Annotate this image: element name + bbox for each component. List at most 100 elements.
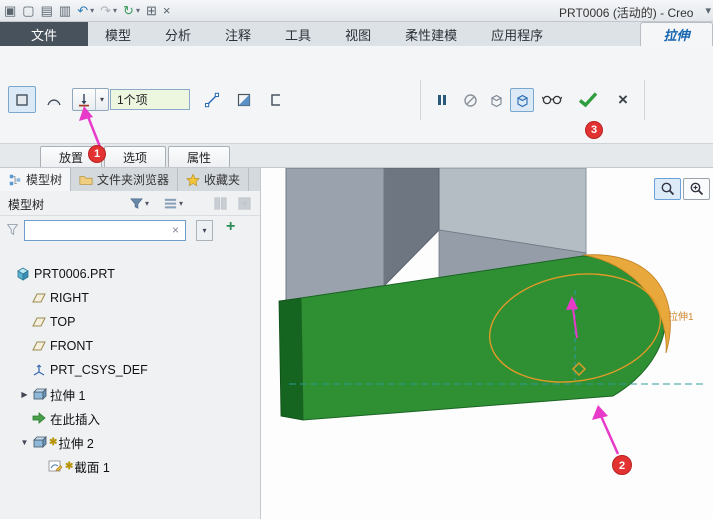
navigator-tabs: 模型树 文件夹浏览器 收藏夹	[0, 168, 260, 191]
tree-item-label: 截面 1	[74, 460, 110, 475]
zoom-in-button[interactable]	[683, 178, 710, 200]
new-icon[interactable]: ▢	[22, 4, 34, 17]
depth-option-dropdown-icon[interactable]: ▾	[95, 89, 108, 110]
feature-tag-label: 拉伸1	[668, 310, 694, 323]
tree-item-label: FRONT	[50, 339, 94, 353]
solid-icon	[16, 93, 28, 106]
undo-dropdown-icon[interactable]: ▾	[90, 6, 94, 15]
clear-search-icon[interactable]: ×	[172, 223, 179, 237]
panel-tab-options[interactable]: 选项	[104, 146, 166, 167]
tree-search-input[interactable]	[24, 220, 186, 241]
wall-front-face[interactable]	[285, 168, 385, 302]
tree-expander-icon[interactable]: ▶	[18, 390, 31, 399]
tab-extrude-active[interactable]: 拉伸	[640, 22, 713, 46]
redo-icon[interactable]: ↷	[100, 4, 111, 17]
wall-side-face[interactable]	[383, 168, 440, 288]
quick-access-toolbar: ▣ ▢ ▤ ▥ ↶ ▾ ↷ ▾ ↻ ▾ ⊞ ×	[4, 4, 170, 17]
insert-here-icon	[31, 410, 49, 426]
columns-icon	[214, 197, 227, 210]
tab-label: 文件夹浏览器	[97, 173, 170, 187]
verify-button[interactable]	[538, 88, 566, 112]
tab-model-tree[interactable]: 模型树	[0, 168, 72, 191]
regenerate-marker: ✱	[49, 436, 58, 448]
tab-applications[interactable]: 应用程序	[474, 22, 560, 46]
tree-item[interactable]: ▼ ✱ 拉伸 2	[0, 430, 260, 454]
blind-depth-icon	[73, 89, 95, 110]
unattached-preview-button[interactable]	[484, 88, 508, 112]
thicken-sketch-button[interactable]	[262, 86, 290, 113]
pause-button[interactable]	[430, 88, 454, 112]
tab-annotate[interactable]: 注释	[208, 22, 268, 46]
tree-display-button[interactable]: ▾	[160, 194, 186, 213]
datum-plane-icon	[31, 314, 49, 330]
ok-button[interactable]	[572, 84, 604, 114]
save-icon[interactable]: ▥	[59, 4, 71, 17]
panel-tab-properties[interactable]: 属性	[168, 146, 230, 167]
solid-extrude-button[interactable]	[8, 86, 36, 113]
remove-material-button[interactable]	[230, 86, 258, 113]
open-icon[interactable]: ▤	[41, 4, 53, 17]
close-window-icon[interactable]: ×	[163, 4, 171, 17]
depth-reference-collector[interactable]: 1个项	[110, 89, 190, 110]
toolbar-customize-icon[interactable]: ▾	[705, 4, 711, 17]
tree-filters-button[interactable]: ▾	[126, 194, 152, 213]
tree-item[interactable]: PRT_CSYS_DEF	[0, 358, 260, 382]
regenerate-icon[interactable]: ↻	[123, 4, 134, 17]
add-filter-button[interactable]: +	[226, 218, 235, 236]
flip-direction-button[interactable]	[198, 86, 226, 113]
plate-left-face[interactable]	[278, 297, 304, 421]
callout-2-arrow	[599, 415, 620, 455]
regenerate-dropdown-icon[interactable]: ▾	[136, 6, 140, 15]
tree-item[interactable]: RIGHT	[0, 286, 260, 310]
tab-view[interactable]: 视图	[328, 22, 388, 46]
tab-flexible-modeling[interactable]: 柔性建模	[388, 22, 474, 46]
attached-preview-button[interactable]	[510, 88, 534, 112]
graphics-viewport[interactable]: 拉伸1 2	[260, 168, 713, 519]
surface-icon	[47, 98, 61, 105]
3d-model-scene[interactable]: 拉伸1 2	[261, 168, 713, 519]
tree-expand-button-disabled	[234, 194, 255, 213]
zoom-window-button[interactable]	[654, 178, 681, 200]
depth-option-combo[interactable]: ▾	[72, 88, 109, 111]
search-dropdown-icon[interactable]: ▾	[196, 220, 213, 241]
extrude-dashboard: ▾ 1个项 ×	[0, 46, 713, 143]
tree-item[interactable]: PRT0006.PRT	[0, 262, 260, 286]
tree-item[interactable]: ▶ 拉伸 1	[0, 382, 260, 406]
undo-icon[interactable]: ↶	[77, 4, 88, 17]
tree-item-label: 拉伸 1	[50, 388, 86, 403]
tab-tools[interactable]: 工具	[268, 22, 328, 46]
redo-dropdown-icon[interactable]: ▾	[113, 6, 117, 15]
app-icon[interactable]: ▣	[4, 4, 16, 17]
cancel-x-icon: ×	[618, 90, 628, 109]
tab-favorites[interactable]: 收藏夹	[178, 168, 250, 191]
windows-icon[interactable]: ⊞	[146, 4, 157, 17]
surface-extrude-button[interactable]	[40, 86, 68, 113]
tree-item[interactable]: FRONT	[0, 334, 260, 358]
no-preview-button[interactable]	[458, 88, 482, 112]
model-tree: PRT0006.PRT RIGHT TOP FRONT PRT_CSYS_DEF…	[0, 262, 260, 519]
tree-item-label: RIGHT	[50, 291, 89, 305]
regenerate-marker: ✱	[65, 460, 74, 472]
cancel-button[interactable]: ×	[610, 86, 636, 113]
tab-label: 模型树	[26, 173, 63, 187]
tree-item-label: 拉伸 2	[58, 436, 94, 451]
tree-item[interactable]: ✱ 截面 1	[0, 454, 260, 478]
tree-item[interactable]: 在此插入	[0, 406, 260, 430]
tree-item[interactable]: TOP	[0, 310, 260, 334]
tab-analysis[interactable]: 分析	[148, 22, 208, 46]
attached-preview-icon	[516, 94, 528, 107]
callout-2-arrowhead	[592, 405, 608, 420]
tab-model[interactable]: 模型	[88, 22, 148, 46]
extrude-icon	[31, 434, 49, 450]
tab-folder-browser[interactable]: 文件夹浏览器	[71, 168, 179, 191]
thicken-sketch-icon	[271, 93, 280, 106]
extrude-icon	[31, 386, 49, 402]
ribbon-tab-bar: 文件 模型 分析 注释 工具 视图 柔性建模 应用程序 拉伸	[0, 22, 713, 46]
ok-check-icon	[578, 91, 598, 107]
callout-3: 3	[585, 121, 603, 139]
tab-file[interactable]: 文件	[0, 22, 88, 46]
tree-item-label: PRT_CSYS_DEF	[50, 363, 148, 377]
tree-item-label: TOP	[50, 315, 76, 329]
tree-expander-icon[interactable]: ▼	[18, 438, 31, 447]
pause-icon	[438, 95, 446, 105]
